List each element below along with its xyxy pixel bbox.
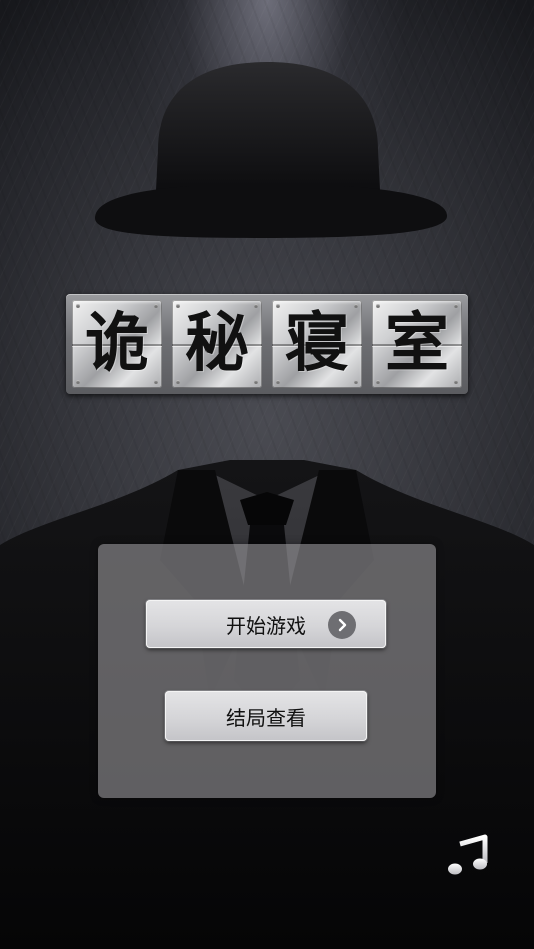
title-char: 秘 (185, 307, 249, 381)
title-char: 寝 (285, 307, 349, 381)
view-endings-button[interactable]: 结局查看 (165, 691, 367, 741)
title-tile-4: 室 (372, 300, 462, 388)
main-menu-panel: 开始游戏 结局查看 (98, 544, 436, 798)
music-toggle-button[interactable] (445, 832, 491, 878)
title-screen: 诡 秘 寝 室 开始游戏 结局查看 (0, 0, 534, 949)
chevron-right-icon (328, 611, 356, 639)
title-tile-2: 秘 (172, 300, 262, 388)
start-game-label: 开始游戏 (226, 613, 306, 638)
title-char: 室 (385, 307, 449, 381)
title-char: 诡 (85, 307, 149, 381)
silhouette-artwork (0, 62, 534, 949)
bowler-hat (95, 62, 447, 238)
game-title: 诡 秘 寝 室 (66, 294, 468, 394)
view-endings-label: 结局查看 (226, 705, 306, 730)
title-tile-1: 诡 (72, 300, 162, 388)
start-game-button[interactable]: 开始游戏 (146, 600, 386, 648)
music-note-icon (448, 834, 488, 875)
title-tile-3: 寝 (272, 300, 362, 388)
